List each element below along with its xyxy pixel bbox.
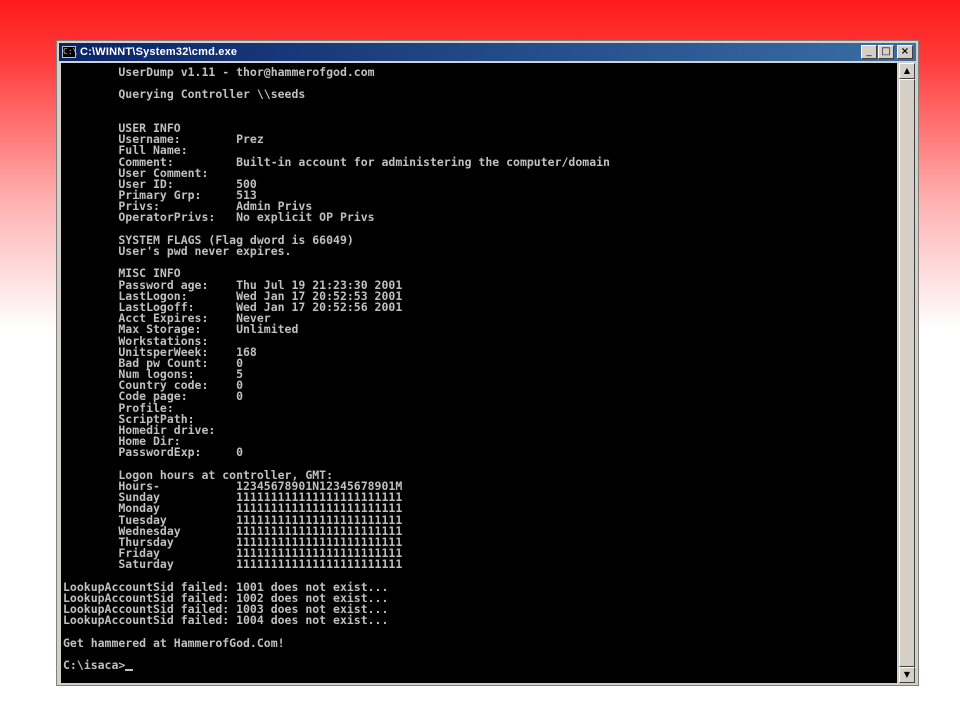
window-title: C:\WINNT\System32\cmd.exe <box>80 46 238 58</box>
scroll-down-button[interactable]: ▼ <box>899 667 915 683</box>
text-cursor <box>125 669 134 672</box>
console-line: Querying Controller \\seeds <box>63 87 306 102</box>
console-line: UserDump v1.11 - thor@hammerofgod.com <box>63 65 375 79</box>
arrow-down-icon: ▼ <box>903 670 911 679</box>
console-line: PasswordExp: 0 <box>63 445 244 460</box>
console-lines: UserDump v1.11 - thor@hammerofgod.com Qu… <box>63 65 610 672</box>
arrow-up-icon: ▲ <box>903 66 911 75</box>
title-bar[interactable]: C:\ C:\WINNT\System32\cmd.exe _ □ × <box>59 43 916 61</box>
scroll-thumb[interactable] <box>899 79 915 667</box>
console-line: OperatorPrivs: No explicit OP Privs <box>63 210 375 225</box>
console-line: Saturday 111111111111111111111111 <box>63 557 403 572</box>
cmd-window: C:\ C:\WINNT\System32\cmd.exe _ □ × User… <box>56 40 919 686</box>
cmd-icon[interactable]: C:\ <box>62 46 77 58</box>
console-line: C:\isaca> <box>63 659 610 672</box>
vertical-scrollbar[interactable]: ▲ ▼ <box>899 63 915 683</box>
scroll-up-button[interactable]: ▲ <box>899 63 915 79</box>
console-line: User's pwd never expires. <box>63 244 292 258</box>
title-buttons: _ □ × <box>861 45 913 59</box>
minimize-button[interactable]: _ <box>861 45 877 59</box>
console-line: LookupAccountSid failed: 1004 does not e… <box>63 613 389 628</box>
console-output[interactable]: UserDump v1.11 - thor@hammerofgod.com Qu… <box>61 63 897 683</box>
console-line: Get hammered at HammerofGod.Com! <box>63 635 285 650</box>
maximize-button[interactable]: □ <box>878 45 894 59</box>
close-button[interactable]: × <box>897 45 913 59</box>
